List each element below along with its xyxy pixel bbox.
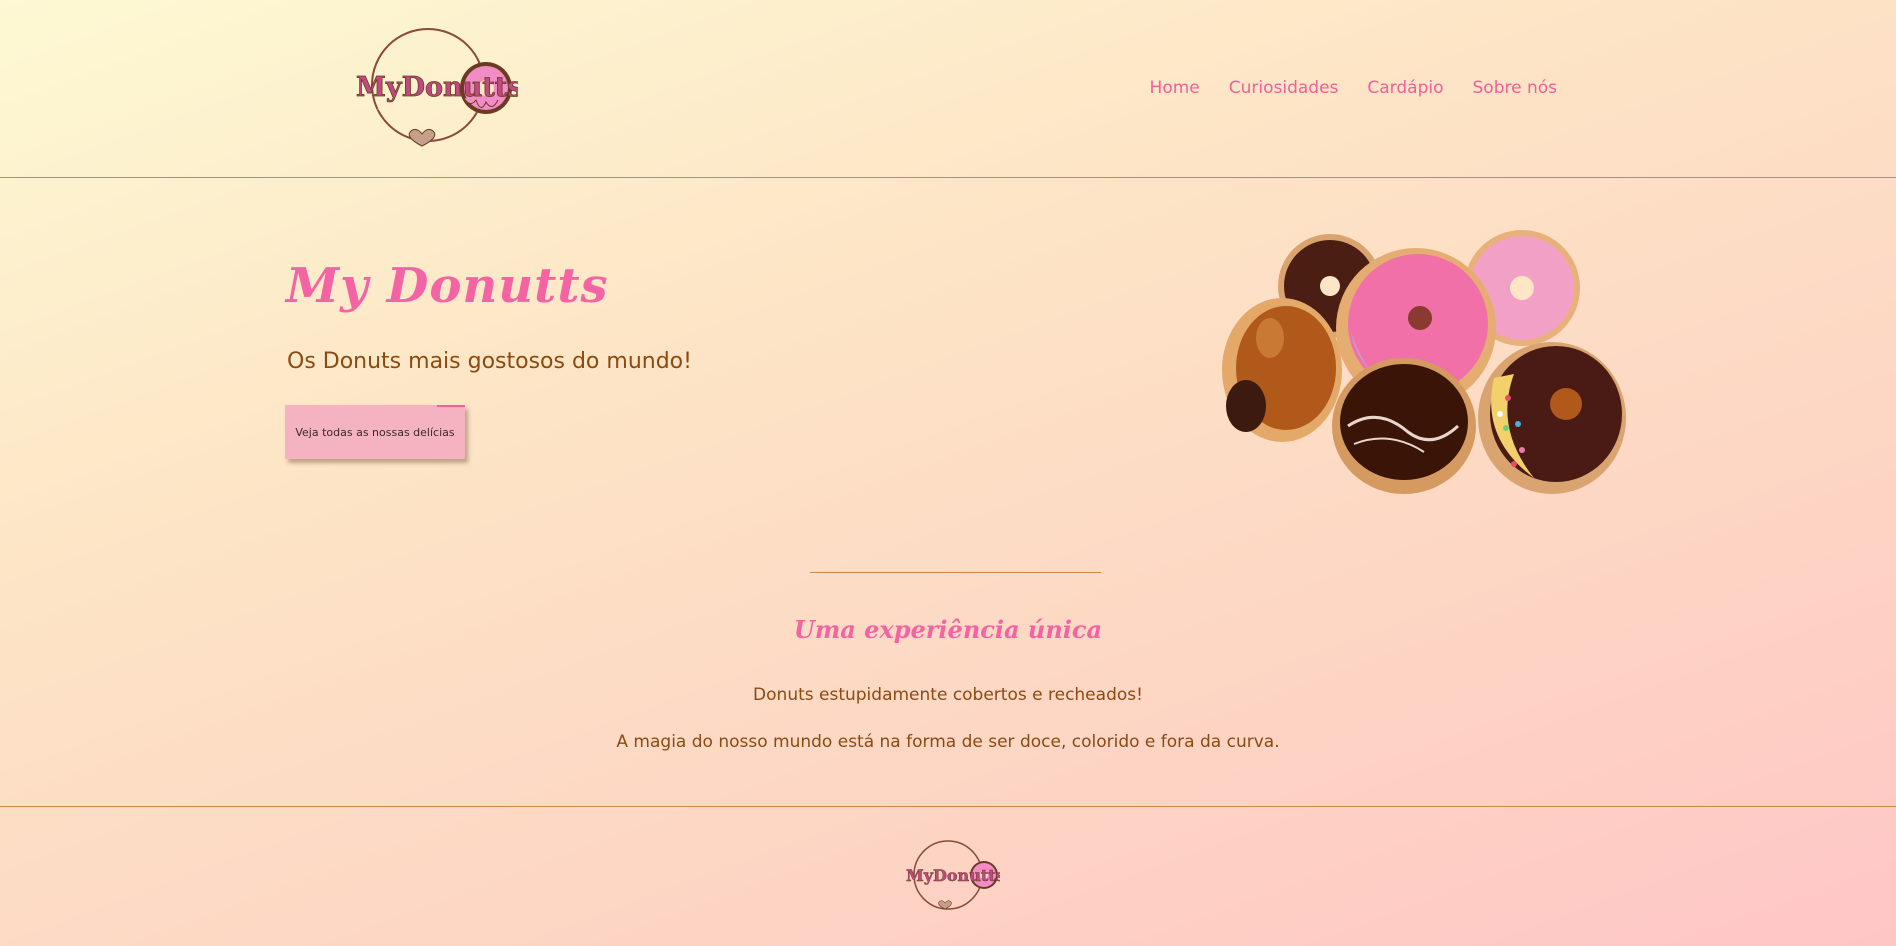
nav-sobre-nos[interactable]: Sobre nós: [1473, 78, 1558, 98]
donut-chocolate: [1332, 358, 1476, 494]
hero-subtitle: Os Donuts mais gostosos do mundo!: [287, 349, 692, 374]
nav-curiosidades[interactable]: Curiosidades: [1229, 78, 1339, 98]
see-all-button[interactable]: Veja todas as nossas delícias: [285, 405, 465, 459]
nav-home[interactable]: Home: [1150, 78, 1200, 98]
experience-title: Uma experiência única: [793, 615, 1103, 644]
main-nav: Home Curiosidades Cardápio Sobre nós: [1150, 78, 1557, 98]
svg-text:.: .: [376, 98, 380, 114]
site-footer: MyDonutts: [0, 806, 1896, 946]
footer-logo-text: MyDonutts: [906, 866, 1000, 885]
donuts-image: [1222, 230, 1626, 494]
section-divider: [810, 572, 1101, 573]
footer-logo[interactable]: MyDonutts: [906, 839, 1000, 911]
experience-text-1: Donuts estupidamente cobertos e recheado…: [753, 685, 1143, 705]
nav-cardapio[interactable]: Cardápio: [1367, 78, 1443, 98]
donut-caramel: [1222, 298, 1342, 442]
experience-text-2: A magia do nosso mundo está na forma de …: [616, 732, 1280, 752]
site-header: MyDonutts . Home Curiosidades Cardápio S…: [0, 0, 1896, 178]
brand-logo[interactable]: MyDonutts .: [356, 26, 518, 148]
donut-sprinkles: [1478, 342, 1626, 494]
hero-title: My Donutts: [286, 258, 609, 314]
